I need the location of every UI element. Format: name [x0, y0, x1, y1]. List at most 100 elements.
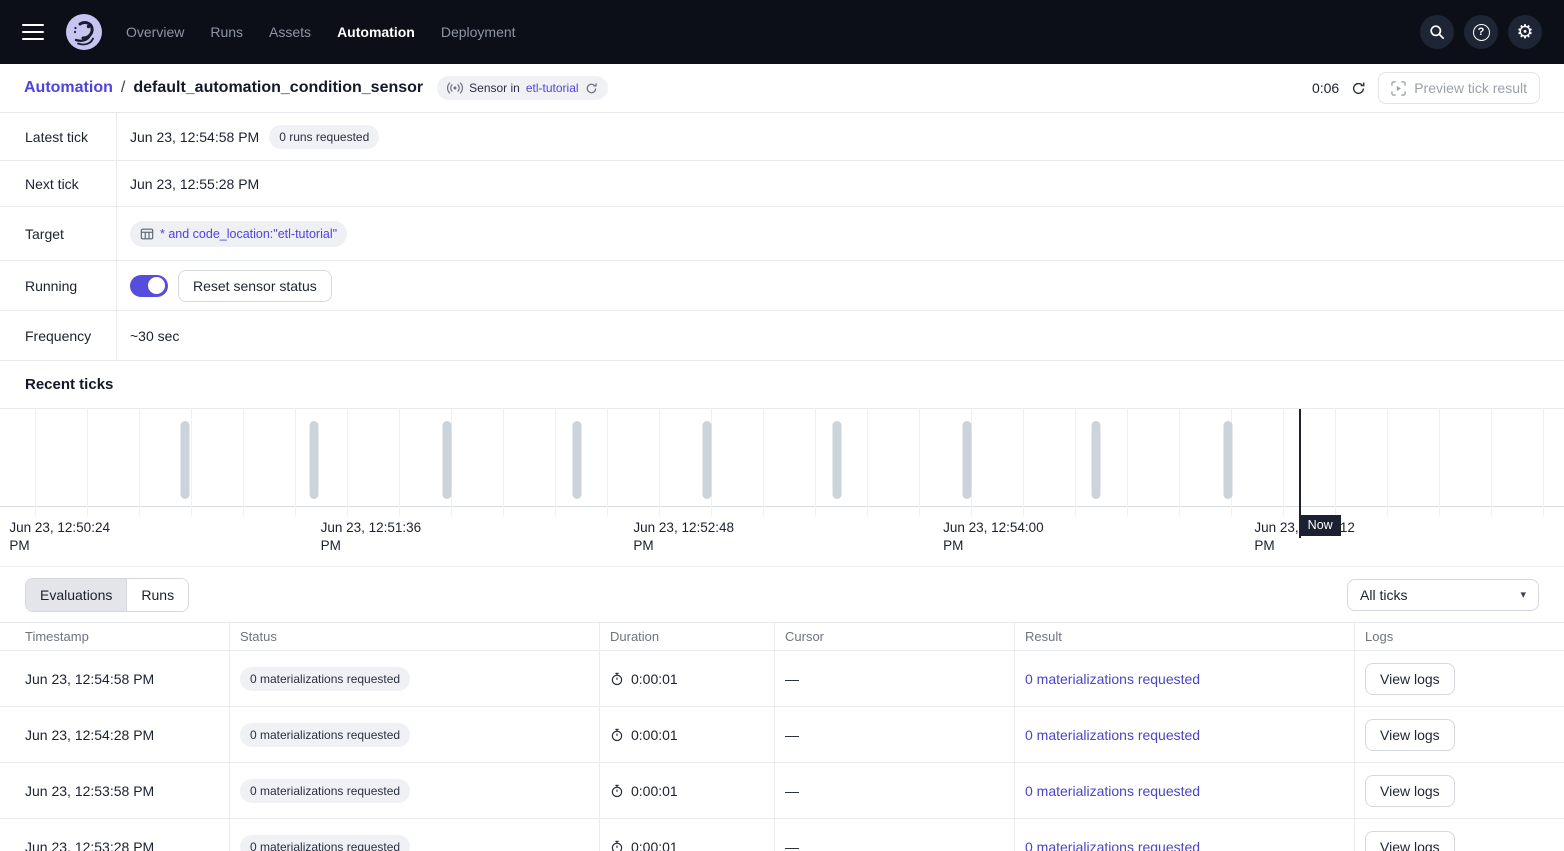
- status-badge: 0 materializations requested: [240, 667, 410, 691]
- timeline-gridline: [1543, 409, 1544, 516]
- status-badge: 0 materializations requested: [240, 835, 410, 851]
- tick-bar[interactable]: [310, 421, 319, 499]
- gear-icon: ⚙: [1516, 23, 1533, 42]
- col-header-logs: Logs: [1355, 623, 1564, 651]
- timeline-gridline: [191, 409, 192, 516]
- target-label: Target: [0, 207, 117, 260]
- timeline-gridline: [399, 409, 400, 516]
- timeline-gridline: [1075, 409, 1076, 516]
- latest-tick-label: Latest tick: [0, 113, 117, 160]
- timeline-gridline: [295, 409, 296, 516]
- detail-row-next-tick: Next tick Jun 23, 12:55:28 PM: [0, 161, 1564, 207]
- row-cursor: —: [785, 839, 799, 851]
- timeline-gridline: [139, 409, 140, 516]
- toggle-knob: [148, 277, 165, 294]
- running-toggle[interactable]: [130, 275, 168, 297]
- col-header-status: Status: [230, 623, 600, 651]
- frequency-label: Frequency: [0, 311, 117, 360]
- timeline-axis-label: Jun 23, 12:50:24 PM: [9, 519, 123, 555]
- row-duration: 0:00:01: [631, 671, 678, 687]
- nav-item-automation[interactable]: Automation: [337, 24, 415, 40]
- result-link[interactable]: 0 materializations requested: [1025, 671, 1200, 687]
- nav-item-overview[interactable]: Overview: [126, 24, 184, 40]
- primary-nav: Overview Runs Assets Automation Deployme…: [126, 24, 516, 40]
- stopwatch-icon: [610, 672, 624, 686]
- tab-runs[interactable]: Runs: [126, 579, 188, 611]
- breadcrumb-automation-link[interactable]: Automation: [24, 79, 113, 97]
- reload-location-icon[interactable]: [585, 82, 598, 95]
- timeline-gridline: [243, 409, 244, 516]
- col-header-cursor: Cursor: [775, 623, 1015, 651]
- next-tick-value: Jun 23, 12:55:28 PM: [130, 176, 259, 192]
- table-row: Jun 23, 12:54:28 PM 0 materializations r…: [0, 707, 1564, 763]
- tick-bar[interactable]: [573, 421, 582, 499]
- preview-tick-result-button[interactable]: Preview tick result: [1378, 72, 1540, 104]
- reset-sensor-status-button[interactable]: Reset sensor status: [178, 270, 332, 302]
- table-row: Jun 23, 12:53:28 PM 0 materializations r…: [0, 819, 1564, 851]
- dagster-logo-icon[interactable]: [66, 14, 102, 50]
- latest-tick-value: Jun 23, 12:54:58 PM: [130, 129, 259, 145]
- view-logs-button[interactable]: View logs: [1365, 775, 1455, 807]
- refresh-icon[interactable]: [1351, 81, 1366, 96]
- question-mark-icon: ?: [1473, 24, 1490, 41]
- tick-bar[interactable]: [1223, 421, 1232, 499]
- col-header-result: Result: [1015, 623, 1355, 651]
- stopwatch-icon: [610, 728, 624, 742]
- runs-requested-badge: 0 runs requested: [269, 125, 379, 149]
- nav-item-deployment[interactable]: Deployment: [441, 24, 516, 40]
- target-selection-text: * and code_location:"etl-tutorial": [160, 227, 337, 241]
- help-icon[interactable]: ?: [1464, 15, 1498, 49]
- timeline-gridline: [607, 409, 608, 516]
- timeline-gridline: [1179, 409, 1180, 516]
- code-location-link[interactable]: etl-tutorial: [526, 81, 579, 95]
- tick-bar[interactable]: [180, 421, 189, 499]
- target-selection-chip[interactable]: * and code_location:"etl-tutorial": [130, 221, 347, 247]
- now-marker-badge: Now: [1300, 515, 1341, 536]
- timeline-gridline: [347, 409, 348, 516]
- preview-play-icon: [1391, 81, 1406, 96]
- view-logs-button[interactable]: View logs: [1365, 719, 1455, 751]
- timeline-gridline: [1335, 409, 1336, 516]
- tick-bar[interactable]: [702, 421, 711, 499]
- recent-ticks-timeline[interactable]: Jun 23, 12:50:24 PMJun 23, 12:51:36 PMJu…: [0, 408, 1564, 566]
- view-logs-button[interactable]: View logs: [1365, 663, 1455, 695]
- row-cursor: —: [785, 727, 799, 743]
- view-segmented-control: Evaluations Runs: [25, 578, 189, 612]
- menu-icon[interactable]: [22, 24, 44, 40]
- timeline-axis-label: Jun 23, 12:52:48 PM: [633, 519, 747, 555]
- table-row: Jun 23, 12:53:58 PM 0 materializations r…: [0, 763, 1564, 819]
- row-timestamp: Jun 23, 12:54:28 PM: [25, 727, 154, 743]
- top-nav: Overview Runs Assets Automation Deployme…: [0, 0, 1564, 64]
- timeline-gridline: [1283, 409, 1284, 516]
- frequency-value: ~30 sec: [130, 328, 179, 344]
- result-link[interactable]: 0 materializations requested: [1025, 783, 1200, 799]
- result-link[interactable]: 0 materializations requested: [1025, 839, 1200, 851]
- tick-status-filter-select[interactable]: All ticks ▾: [1347, 579, 1539, 611]
- tick-bar[interactable]: [962, 421, 971, 499]
- stopwatch-icon: [610, 784, 624, 798]
- detail-row-running: Running Reset sensor status: [0, 261, 1564, 311]
- sensor-location-badge: Sensor in etl-tutorial: [437, 76, 607, 100]
- timeline-gridline: [763, 409, 764, 516]
- tick-bar[interactable]: [1092, 421, 1101, 499]
- row-timestamp: Jun 23, 12:54:58 PM: [25, 671, 154, 687]
- detail-row-target: Target * and code_location:"etl-tutorial…: [0, 207, 1564, 261]
- chevron-down-icon: ▾: [1520, 588, 1526, 601]
- nav-item-runs[interactable]: Runs: [210, 24, 243, 40]
- status-badge: 0 materializations requested: [240, 723, 410, 747]
- tick-bar[interactable]: [443, 421, 452, 499]
- tab-evaluations[interactable]: Evaluations: [26, 579, 126, 611]
- sensor-signal-icon: [447, 82, 463, 94]
- nav-item-assets[interactable]: Assets: [269, 24, 311, 40]
- timeline-gridline: [919, 409, 920, 516]
- table-header-row: Timestamp Status Duration Cursor Result …: [0, 623, 1564, 651]
- search-icon[interactable]: [1420, 15, 1454, 49]
- settings-icon[interactable]: ⚙: [1508, 15, 1542, 49]
- result-link[interactable]: 0 materializations requested: [1025, 727, 1200, 743]
- asset-table-icon: [140, 227, 154, 241]
- timeline-gridline: [87, 409, 88, 516]
- tick-bar[interactable]: [832, 421, 841, 499]
- timeline-gridline: [35, 409, 36, 516]
- view-logs-button[interactable]: View logs: [1365, 831, 1455, 851]
- row-timestamp: Jun 23, 12:53:58 PM: [25, 783, 154, 799]
